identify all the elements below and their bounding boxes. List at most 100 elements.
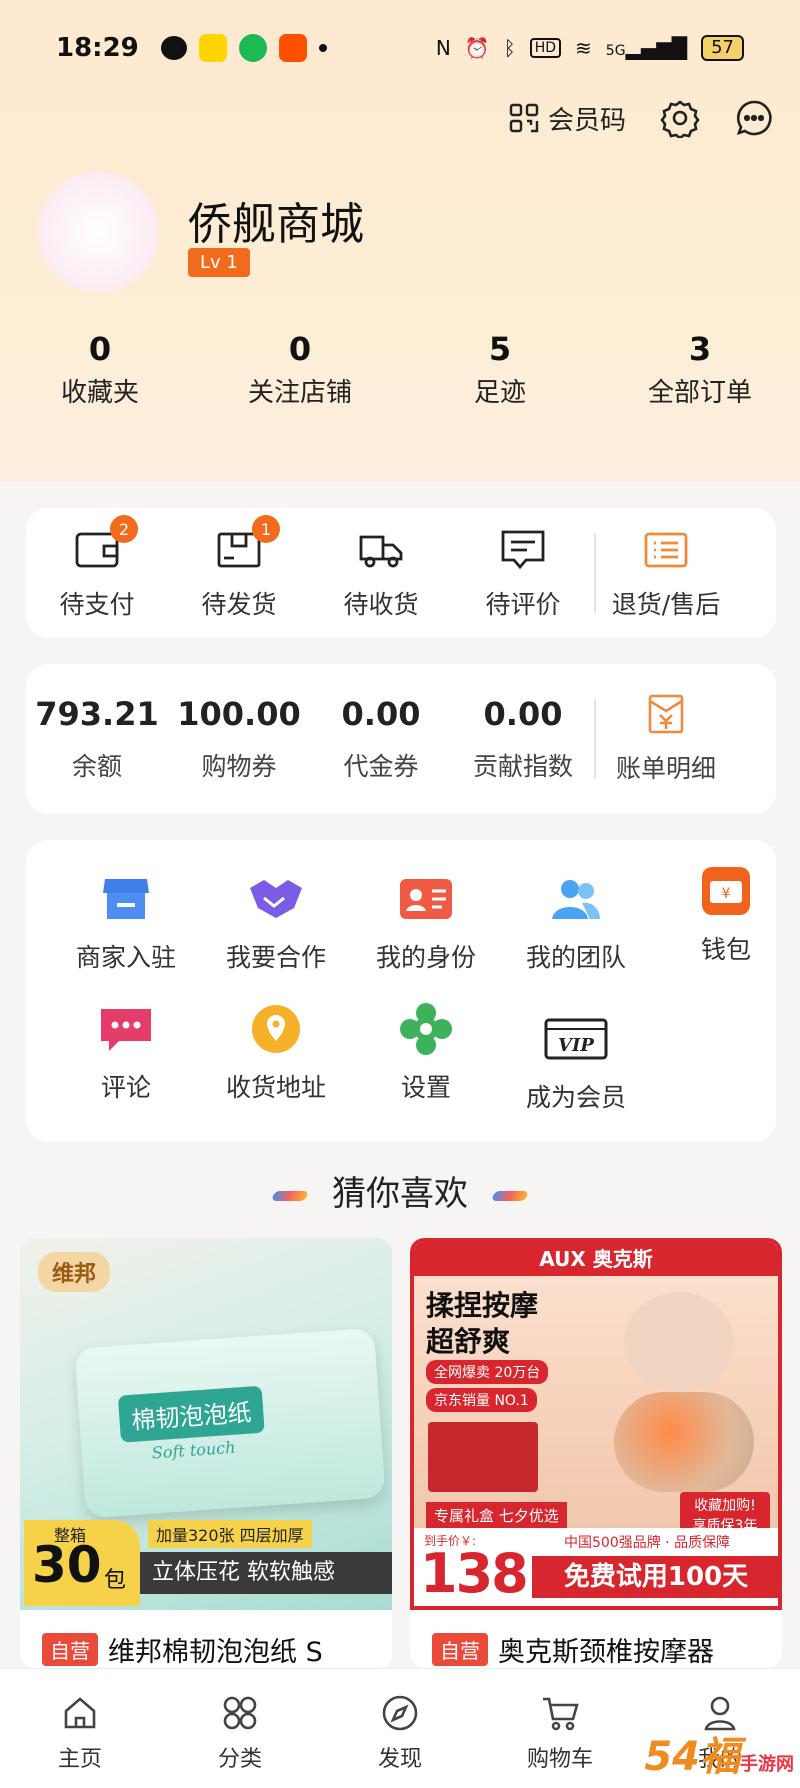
service-shipping-address[interactable]: 收货地址 (201, 1000, 351, 1104)
service-label: 钱包 (700, 935, 751, 964)
product-card[interactable]: 维邦 棉韧泡泡纸 Soft touch 整箱 30 包 加量320张 四层加厚 … (20, 1238, 392, 1668)
banner-sub1: 加量320张 四层加厚 (148, 1520, 312, 1548)
wallet-value: 0.00 (341, 695, 421, 733)
product-card[interactable]: AUX 奥克斯 揉捏按摩 超舒爽 全网爆卖 20万台 京东销量 NO.1 专属礼… (410, 1238, 782, 1668)
chip-sales: 全网爆卖 20万台 (426, 1360, 549, 1384)
service-label: 收货地址 (225, 1073, 326, 1102)
stat-value: 5 (488, 330, 512, 368)
wallet-value: 0.00 (483, 695, 563, 733)
id-card-icon (400, 879, 452, 919)
top-actions: 会员码 (508, 98, 774, 138)
truck-icon (359, 535, 403, 568)
service-become-member[interactable]: VIP 成为会员 (501, 1010, 651, 1114)
wallet-label: 购物券 (201, 752, 277, 781)
promo-banner: 整箱 30 包 加量320张 四层加厚 立体压花 软软触感 (20, 1514, 392, 1610)
tab-category[interactable]: 分类 (160, 1669, 320, 1788)
order-label: 待发货 (201, 590, 277, 619)
message-icon[interactable] (734, 98, 774, 138)
stat-followed-shops[interactable]: 0 关注店铺 (200, 330, 400, 409)
service-settings[interactable]: 设置 (351, 1000, 501, 1104)
stats-row: 0 收藏夹 0 关注店铺 5 足迹 3 全部订单 (0, 330, 800, 409)
status-right: N ⏰ ᛒ HD ≋ 5G▂▄▆█ 57 (436, 35, 744, 61)
comment-icon (101, 1009, 151, 1051)
banner-main: 30 (32, 1536, 102, 1594)
stat-all-orders[interactable]: 3 全部订单 (600, 330, 800, 409)
tab-cart[interactable]: 购物车 (480, 1669, 640, 1788)
massager-device (614, 1392, 754, 1492)
price-bar: 到手价￥: 138 中国500强品牌 · 品质保障 免费试用100天 (414, 1528, 778, 1606)
brand-badge: 维邦 (38, 1252, 111, 1292)
avatar[interactable] (38, 172, 158, 292)
wallet-card-icon: ¥ (702, 867, 750, 915)
tissue-pack: 棉韧泡泡纸 Soft touch (74, 1327, 386, 1519)
trial-banner: 免费试用100天 (532, 1556, 778, 1598)
bill-details[interactable]: 账单明细 (596, 693, 736, 785)
wallet-contribution-index[interactable]: 0.00 贡献指数 (452, 695, 594, 783)
qrcode-icon (509, 103, 539, 133)
decoration-left (271, 1190, 310, 1201)
service-label: 商家入驻 (75, 943, 176, 972)
order-pending-review[interactable]: 待评价 (452, 525, 594, 621)
tab-discover[interactable]: 发现 (320, 1669, 480, 1788)
orders-card: 2 待支付 1 待发货 待收货 待评价 退货/售后 (26, 508, 776, 638)
handshake-icon (250, 880, 302, 918)
order-label: 待支付 (59, 590, 135, 619)
service-label: 评论 (100, 1073, 151, 1102)
wallet-label: 代金券 (343, 752, 419, 781)
services-card: 商家入驻 我要合作 我的身份 我的团队 ¥ 钱包 评论 收货地址 设置 VIP … (26, 840, 776, 1142)
location-pin-icon (252, 1005, 300, 1053)
watermark-sub: 手游网 (740, 1754, 794, 1775)
service-my-team[interactable]: 我的团队 (501, 870, 651, 974)
order-pending-receipt[interactable]: 待收货 (310, 525, 452, 621)
stat-value: 0 (288, 330, 312, 368)
product-title: 奥克斯颈椎按摩器 (498, 1637, 714, 1668)
tab-label: 主页 (57, 1747, 102, 1772)
headline-2: 超舒爽 (426, 1325, 511, 1358)
stat-label: 关注店铺 (247, 378, 352, 408)
banner-sub2: 立体压花 软软触感 (140, 1552, 392, 1594)
service-wallet[interactable]: ¥ 钱包 (651, 862, 800, 966)
bluetooth-icon: ᛒ (503, 36, 516, 60)
compass-icon (382, 1695, 418, 1731)
wechat-icon (160, 36, 187, 60)
site-watermark: 54福手游网 (644, 1724, 794, 1782)
service-merchant-join[interactable]: 商家入驻 (51, 870, 201, 974)
order-after-sales[interactable]: 退货/售后 (596, 525, 736, 621)
self-operated-tag: 自营 (432, 1633, 488, 1666)
wallet-value: 793.21 (35, 695, 159, 733)
service-cooperation[interactable]: 我要合作 (201, 870, 351, 974)
bill-icon (648, 694, 684, 734)
chip-rank: 京东销量 NO.1 (426, 1388, 537, 1412)
battery-icon: 57 (701, 35, 744, 61)
store-icon (103, 879, 149, 919)
product-title: 维邦棉韧泡泡纸 S (108, 1637, 323, 1668)
product-image: 维邦 棉韧泡泡纸 Soft touch 整箱 30 包 加量320张 四层加厚 … (20, 1238, 392, 1610)
headline-1: 揉捏按摩 (426, 1289, 539, 1322)
stat-favorites[interactable]: 0 收藏夹 (0, 330, 200, 409)
stat-footprint[interactable]: 5 足迹 (400, 330, 600, 409)
pack-sub: Soft touch (151, 1437, 237, 1463)
stat-value: 3 (688, 330, 712, 368)
order-badge: 2 (110, 515, 138, 543)
status-time: 18:29 (56, 33, 139, 63)
wallet-coupon[interactable]: 0.00 代金券 (310, 695, 452, 783)
model-face (624, 1292, 734, 1392)
member-code-label: 会员码 (547, 105, 626, 136)
review-icon (501, 530, 545, 570)
stat-label: 全部订单 (647, 378, 752, 408)
tab-label: 购物车 (526, 1747, 593, 1772)
wallet-balance[interactable]: 793.21 余额 (26, 695, 168, 783)
wallet-label: 账单明细 (615, 754, 716, 783)
service-my-identity[interactable]: 我的身份 (351, 870, 501, 974)
wallet-shopping-voucher[interactable]: 100.00 购物券 (168, 695, 310, 783)
taobao-icon (278, 34, 307, 62)
settings-gear-icon[interactable] (660, 98, 700, 138)
order-pending-shipment[interactable]: 1 待发货 (168, 515, 310, 621)
tab-home[interactable]: 主页 (0, 1669, 160, 1788)
guess-you-like-header: 猜你喜欢 (0, 1166, 800, 1215)
wifi-icon: ≋ (575, 36, 592, 60)
order-pending-payment[interactable]: 2 待支付 (26, 515, 168, 621)
service-comments[interactable]: 评论 (51, 1000, 201, 1104)
stat-value: 0 (88, 330, 112, 368)
member-code-button[interactable]: 会员码 (508, 100, 626, 137)
